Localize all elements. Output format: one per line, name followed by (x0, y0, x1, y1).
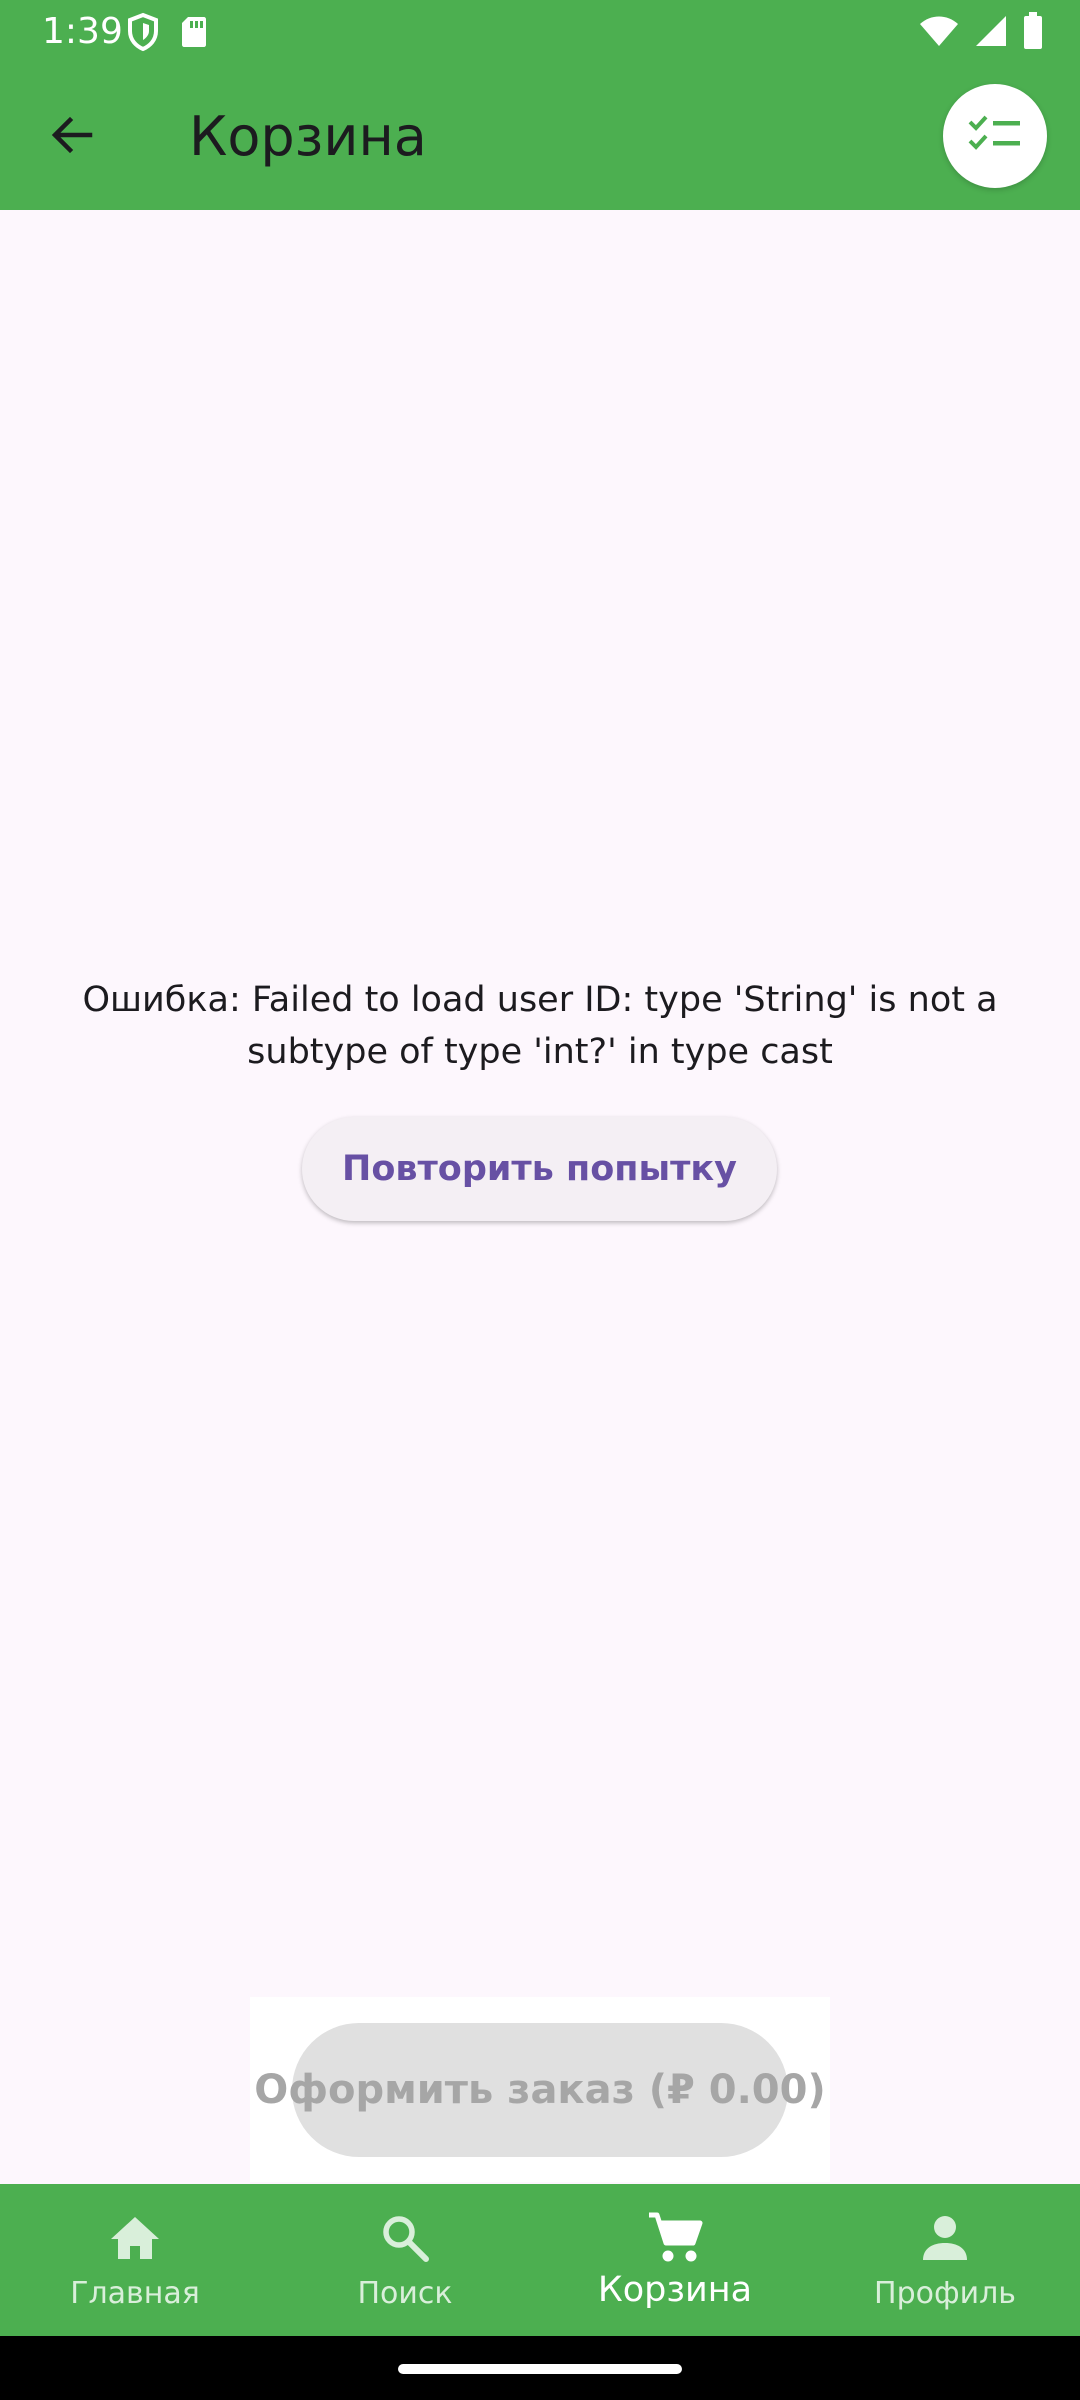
person-icon (921, 2206, 969, 2270)
checkout-panel: Оформить заказ (₽ 0.00) (250, 1997, 830, 2182)
page-title: Корзина (189, 105, 427, 168)
checklist-button[interactable] (943, 84, 1047, 188)
cart-content: Ошибка: Failed to load user ID: type 'St… (0, 210, 1080, 2184)
checkout-button[interactable]: Оформить заказ (₽ 0.00) (254, 2023, 826, 2157)
nav-item-search[interactable]: Поиск (270, 2184, 540, 2336)
search-icon (380, 2206, 430, 2270)
retry-button[interactable]: Повторить попытку (302, 1117, 777, 1221)
battery-icon (1022, 12, 1044, 55)
nav-label-search: Поиск (357, 2276, 453, 2311)
error-message: Ошибка: Failed to load user ID: type 'St… (82, 980, 998, 1072)
nav-label-cart: Корзина (597, 2270, 753, 2310)
home-indicator[interactable] (398, 2364, 682, 2374)
bottom-navigation: Главная Поиск Корзина Профиль (0, 2184, 1080, 2336)
back-button[interactable] (36, 101, 108, 173)
cart-icon (647, 2206, 703, 2270)
status-left-icons (126, 12, 208, 57)
home-icon (109, 2206, 161, 2270)
sd-card-icon (180, 15, 208, 54)
nav-item-cart[interactable]: Корзина (540, 2184, 810, 2336)
nav-label-home: Главная (70, 2276, 200, 2311)
status-bar: 1:39 (0, 0, 1080, 64)
shield-icon (126, 12, 160, 57)
wifi-icon (918, 14, 960, 53)
nav-label-profile: Профиль (874, 2276, 1016, 2311)
status-right-icons (918, 12, 1044, 55)
app-bar: Корзина (0, 64, 1080, 210)
checklist-icon (968, 114, 1022, 159)
arrow-back-icon (48, 111, 96, 164)
nav-item-profile[interactable]: Профиль (810, 2184, 1080, 2336)
status-time: 1:39 (42, 11, 123, 52)
system-navigation-bar (0, 2336, 1080, 2400)
nav-item-home[interactable]: Главная (0, 2184, 270, 2336)
cellular-signal-icon (974, 14, 1008, 53)
